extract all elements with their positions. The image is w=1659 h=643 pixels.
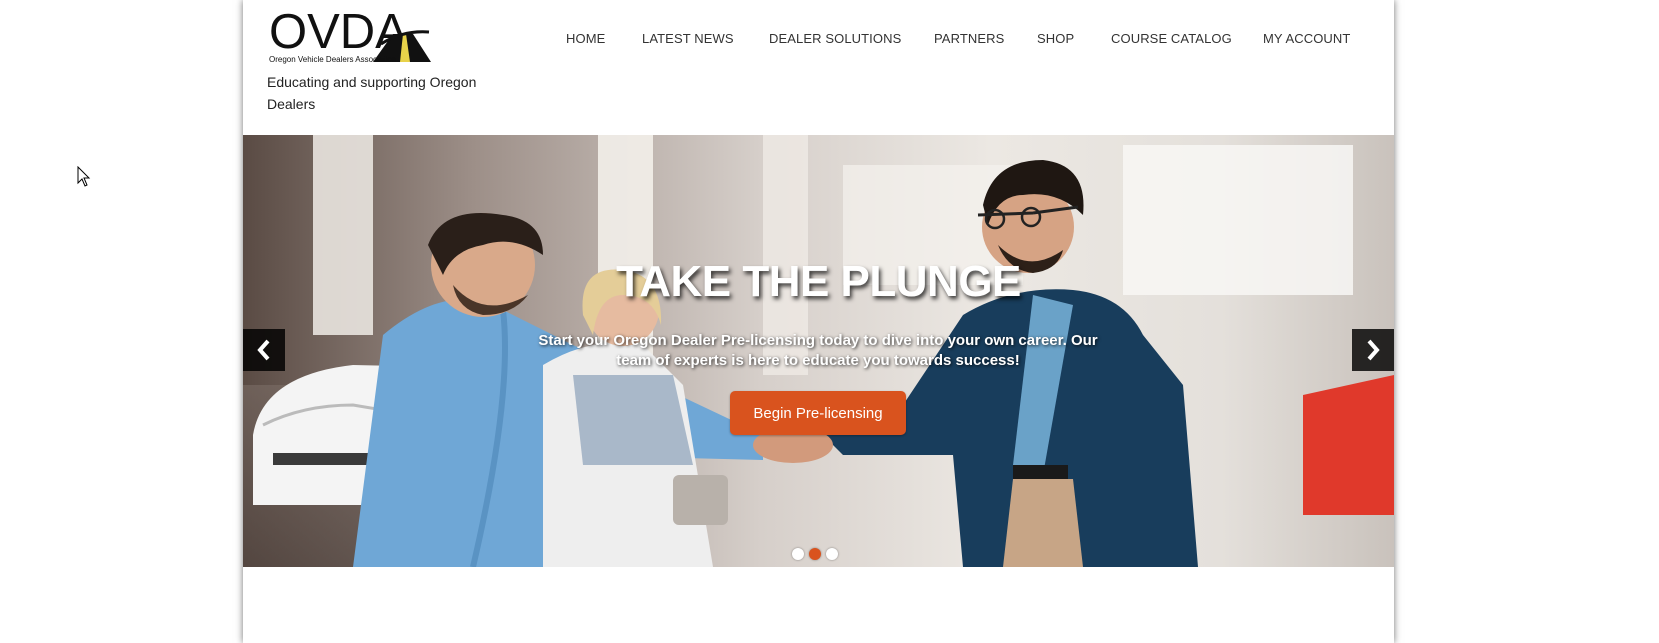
nav-item-course-catalog[interactable]: COURSE CATALOG — [1111, 31, 1232, 46]
nav-item-home[interactable]: HOME — [566, 31, 605, 46]
chevron-right-icon — [1367, 339, 1380, 361]
chevron-left-icon — [257, 339, 270, 361]
slider-dots — [243, 548, 1394, 560]
slider-next-button[interactable] — [1352, 329, 1394, 371]
hero-title: TAKE THE PLUNGE — [616, 257, 1021, 306]
page-container: OVDA Oregon Vehicle Dealers Association … — [243, 0, 1394, 643]
nav-item-latest-news[interactable]: LATEST NEWS — [642, 31, 734, 46]
slider-dot-2[interactable] — [809, 548, 821, 560]
begin-pre-licensing-button[interactable]: Begin Pre-licensing — [730, 391, 906, 435]
nav-item-partners[interactable]: PARTNERS — [934, 31, 1004, 46]
hero-description: Start your Oregon Dealer Pre-licensing t… — [538, 332, 1098, 369]
logo-subtitle: Oregon Vehicle Dealers Association — [269, 55, 397, 64]
site-logo[interactable]: OVDA Oregon Vehicle Dealers Association — [268, 8, 431, 66]
slider-prev-button[interactable] — [243, 329, 285, 371]
mouse-pointer-icon — [77, 166, 91, 187]
slider-dot-3[interactable] — [826, 548, 838, 560]
hero-slider: TAKE THE PLUNGE Start your Oregon Dealer… — [243, 135, 1394, 567]
slider-dot-1[interactable] — [792, 548, 804, 560]
site-tagline: Educating and supporting Oregon Dealers — [267, 74, 477, 112]
nav-item-dealer-solutions[interactable]: DEALER SOLUTIONS — [769, 31, 901, 46]
nav-item-my-account[interactable]: MY ACCOUNT — [1263, 31, 1350, 46]
nav-item-shop[interactable]: SHOP — [1037, 31, 1074, 46]
